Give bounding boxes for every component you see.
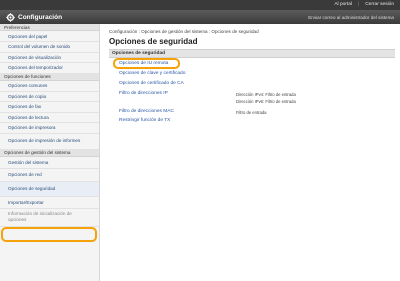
logout-link[interactable]: Cerrar sesión bbox=[365, 0, 394, 10]
sidebar-item-display-settings[interactable]: Opciones de visualización bbox=[0, 53, 99, 63]
sidebar-item-copy-settings[interactable]: Opciones de copia bbox=[0, 92, 99, 102]
sidebar-group-system-management: Opciones de gestión del sistema bbox=[0, 149, 99, 157]
sidebar-item-security-settings[interactable]: Opciones de seguridad bbox=[0, 181, 99, 197]
sidebar-item-timer-settings[interactable]: Opciones del temporizador bbox=[0, 63, 99, 74]
ca-certificate-settings-link[interactable]: Opciones de certificado de CA bbox=[119, 81, 184, 86]
ip-filter-status-ipv4: Dirección IPv4: Filtro de entrada bbox=[236, 92, 296, 97]
sidebar-group-preferences: Preferencias bbox=[0, 24, 99, 31]
sidebar-item-volume-control[interactable]: Control del volumen de sonido bbox=[0, 42, 99, 53]
sidebar-nav: Preferencias Opciones del papel Control … bbox=[0, 24, 100, 281]
sidebar-group-function-settings: Opciones de funciones bbox=[0, 73, 99, 81]
sidebar-item-system-management[interactable]: Gestión del sistema bbox=[0, 157, 99, 169]
sidebar-item-paper-settings[interactable]: Opciones del papel bbox=[0, 31, 99, 42]
app-title: Configuración bbox=[18, 13, 63, 21]
page-title: Opciones de seguridad bbox=[109, 37, 198, 46]
sidebar-item-report-print-settings[interactable]: Opciones de impresión de informes bbox=[0, 134, 99, 150]
mac-filter-status: Filtro de entrada bbox=[236, 110, 267, 115]
breadcrumb: Configuración : Opciones de gestión del … bbox=[109, 29, 259, 34]
gear-icon bbox=[6, 12, 15, 22]
main-content: Configuración : Opciones de gestión del … bbox=[100, 24, 400, 281]
sidebar-item-scan-settings[interactable]: Opciones de lectura bbox=[0, 113, 99, 123]
top-utility-bar: Al portal | Cerrar sesión bbox=[0, 0, 400, 10]
sidebar-item-fax-settings[interactable]: Opciones de fax bbox=[0, 102, 99, 113]
sidebar-item-printer-settings[interactable]: Opciones de impresora bbox=[0, 123, 99, 134]
mac-address-filter-link[interactable]: Filtro de direcciones MAC bbox=[119, 109, 174, 114]
sidebar-item-import-export[interactable]: Importar/Exportar bbox=[0, 197, 99, 209]
ip-address-filter-link[interactable]: Filtro de direcciones IP bbox=[119, 91, 168, 96]
remote-ui-settings-link[interactable]: Opciones de IU remota bbox=[119, 61, 168, 66]
key-certificate-settings-link[interactable]: Opciones de clave y certificado bbox=[119, 71, 185, 76]
ip-filter-status-ipv6: Dirección IPv6: Filtro de entrada bbox=[236, 99, 296, 104]
section-header: Opciones de seguridad bbox=[109, 49, 395, 58]
sidebar-item-init-settings-info[interactable]: Información de inicialización de opcione… bbox=[0, 209, 99, 227]
sidebar-item-network-settings[interactable]: Opciones de red bbox=[0, 169, 99, 182]
sidebar-item-common-settings[interactable]: Opciones comunes bbox=[0, 81, 99, 92]
restrict-tx-function-link[interactable]: Restringir función de TX bbox=[119, 118, 170, 123]
portal-link[interactable]: Al portal bbox=[334, 0, 352, 10]
app-header: Configuración Enviar correo al administr… bbox=[0, 10, 400, 24]
mail-admin-link[interactable]: Enviar correo al administrador del siste… bbox=[308, 15, 394, 20]
separator: | bbox=[357, 2, 360, 7]
